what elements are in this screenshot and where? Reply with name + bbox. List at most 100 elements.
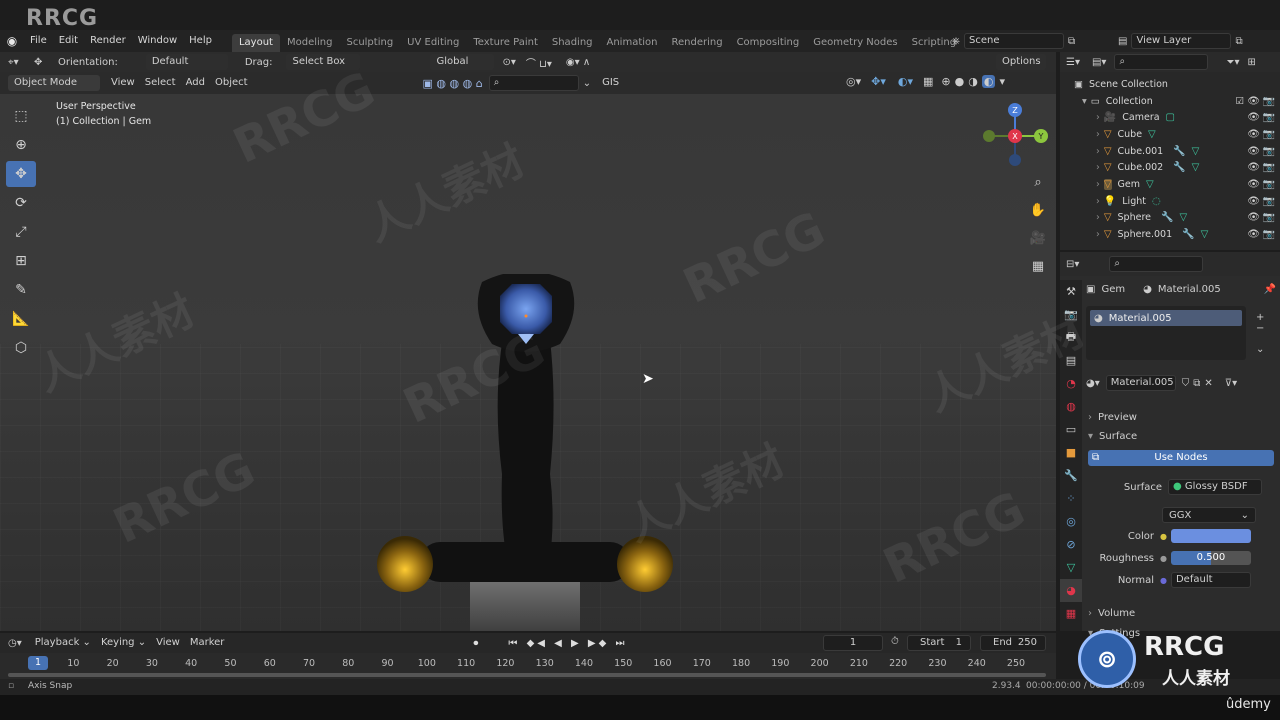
outliner-item-gem[interactable]: › ▽ Gem ▽ 👁 📷 — [1060, 176, 1280, 193]
select-mode-icons[interactable]: ▣ ◍ ◍ ◍ ⌂ — [423, 77, 483, 90]
pin-icon[interactable]: 📌 — [1264, 284, 1276, 295]
eye-icon[interactable]: 👁 — [1247, 96, 1260, 107]
render-camera-icon[interactable]: 📷 — [1263, 179, 1275, 190]
menu-add[interactable]: Add — [181, 75, 210, 91]
world-tab-icon[interactable]: ◍ — [1060, 395, 1082, 418]
shading-rendered-icon[interactable]: ◐ — [981, 75, 996, 88]
distribution-dropdown[interactable]: GGX ⌄ — [1162, 507, 1256, 523]
marker-menu[interactable]: Marker — [185, 635, 230, 651]
color-swatch[interactable] — [1170, 529, 1251, 543]
blender-logo-icon[interactable]: ◉ — [0, 34, 24, 48]
playback-controls-icons[interactable]: ⏮ ◆◀ ◀ ▶ ▶◆ ⏭ — [508, 638, 627, 649]
options-dropdown[interactable]: Options — [996, 54, 1046, 70]
current-frame-indicator[interactable]: 1 — [28, 656, 48, 670]
slot-specials-button[interactable]: ⌄ — [1256, 344, 1264, 355]
playback-menu[interactable]: Playback ⌄ — [30, 635, 96, 651]
preview-panel-header[interactable]: › Preview — [1088, 408, 1274, 426]
preview-range-icon[interactable]: ⏱ — [891, 636, 899, 647]
add-cube-tool-icon[interactable]: ⬡ — [6, 335, 36, 361]
scene-tab-icon[interactable]: ◔ — [1060, 372, 1082, 395]
render-tab-icon[interactable]: 📷 — [1060, 303, 1082, 326]
copy-scene-icon[interactable]: ⧉ — [1068, 36, 1075, 47]
eye-icon[interactable]: 👁 — [1247, 229, 1260, 240]
pan-hand-icon[interactable]: ✋ — [1026, 198, 1050, 222]
view-layer-icon[interactable]: ▤ — [1118, 36, 1127, 47]
outliner-editor-icon[interactable]: ☰▾ — [1066, 57, 1080, 68]
menu-file[interactable]: File — [24, 30, 53, 52]
timeline-scrubber[interactable]: 1 10 20 30 40 50 60 70 80 90 100 110 120 130 140 150 16… — [0, 653, 1056, 679]
menu-select[interactable]: Select — [140, 75, 181, 91]
scene-icon[interactable]: ⎈ — [952, 36, 960, 47]
eye-icon[interactable]: 👁 — [1247, 212, 1260, 223]
render-camera-icon[interactable]: 📷 — [1263, 112, 1275, 123]
outliner-item-camera[interactable]: › 🎥 Camera ▢ 👁 📷 — [1060, 109, 1280, 126]
tab-uv-editing[interactable]: UV Editing — [400, 34, 466, 52]
outliner-search-input[interactable]: ⌕ — [1114, 54, 1209, 70]
3d-viewport[interactable]: User Perspective (1) Collection | Gem ⬚ … — [0, 94, 1056, 631]
surface-panel-header[interactable]: ▾ Surface — [1088, 426, 1274, 446]
duplicate-material-icon[interactable]: ⧉ — [1193, 378, 1200, 389]
render-camera-icon[interactable]: 📷 — [1263, 129, 1275, 140]
snap-icon[interactable]: ⌒ ⊔▾ — [526, 55, 552, 70]
outliner-item-cube-001[interactable]: › ▽ Cube.001 🔧 ▽ 👁 📷 — [1060, 143, 1280, 160]
eye-icon[interactable]: 👁 — [1247, 112, 1260, 123]
timeline-scrollbar[interactable] — [8, 673, 1046, 677]
camera-view-icon[interactable]: 🎥 — [1026, 226, 1050, 250]
surface-shader-field[interactable]: ● Glossy BSDF — [1168, 479, 1262, 495]
eye-icon[interactable]: 👁 — [1247, 162, 1260, 173]
xray-icon[interactable]: ▦ — [923, 75, 933, 88]
scene-name-field[interactable]: Scene — [964, 33, 1064, 49]
render-camera-icon[interactable]: 📷 — [1263, 146, 1275, 157]
menu-window[interactable]: Window — [132, 30, 183, 52]
collection-tab-icon[interactable]: ▭ — [1060, 418, 1082, 441]
fake-user-icon[interactable]: ⛉ — [1182, 378, 1190, 389]
viewport-search-input[interactable]: ⌕ — [488, 75, 579, 91]
current-frame-field[interactable]: 1 — [823, 635, 883, 651]
outliner-item-cube[interactable]: › ▽ Cube ▽ 👁 📷 — [1060, 126, 1280, 143]
shading-solid-icon[interactable]: ● — [955, 75, 965, 88]
transform-tool-icon[interactable]: ✥ — [34, 57, 56, 68]
menu-view[interactable]: View — [106, 75, 140, 91]
menu-edit[interactable]: Edit — [53, 30, 84, 52]
tab-modeling[interactable]: Modeling — [280, 34, 340, 52]
record-keyframe-icon[interactable]: ⏺ — [473, 638, 478, 649]
shading-material-icon[interactable]: ◑ — [968, 75, 978, 88]
properties-editor-icon[interactable]: ⊟▾ — [1066, 259, 1079, 270]
unlink-material-icon[interactable]: ✕ — [1204, 378, 1212, 389]
select-box-tool-icon[interactable]: ⬚ — [6, 103, 36, 129]
material-datablock-field[interactable]: Material.005 — [1105, 375, 1176, 391]
remove-slot-button[interactable]: − — [1256, 323, 1264, 334]
link-dropdown-icon[interactable]: ⊽▾ — [1225, 378, 1237, 389]
properties-search-input[interactable]: ⌕ — [1109, 256, 1204, 272]
roughness-slider[interactable]: 0.500 — [1170, 551, 1251, 565]
physics-tab-icon[interactable]: ◎ — [1060, 510, 1082, 533]
cursor-tool-icon[interactable]: ⊕ — [6, 132, 36, 158]
eye-icon[interactable]: 👁 — [1247, 179, 1260, 190]
shading-options-icon[interactable]: ▾ — [999, 75, 1005, 88]
start-frame-field[interactable]: Start 1 — [907, 635, 971, 651]
normal-field[interactable]: Default — [1170, 572, 1251, 588]
render-camera-icon[interactable]: 📷 — [1263, 212, 1275, 223]
view-layer-field[interactable]: View Layer — [1131, 33, 1232, 49]
material-tab-icon[interactable]: ◕ — [1060, 579, 1082, 602]
rotate-tool-icon[interactable]: ⟳ — [6, 190, 36, 216]
tab-layout[interactable]: Layout — [231, 34, 280, 52]
copy-view-layer-icon[interactable]: ⧉ — [1235, 36, 1242, 47]
tab-texture-paint[interactable]: Texture Paint — [466, 34, 545, 52]
collection-checkbox[interactable]: ☑ — [1235, 96, 1244, 107]
use-nodes-button[interactable]: ⧉ Use Nodes — [1088, 450, 1274, 466]
outliner-item-light[interactable]: › 💡 Light ◌ 👁 📷 — [1060, 193, 1280, 210]
outliner-item-cube-002[interactable]: › ▽ Cube.002 🔧 ▽ 👁 📷 — [1060, 159, 1280, 176]
measure-tool-icon[interactable]: 📐 — [6, 306, 36, 332]
filter-dropdown-icon[interactable]: ⌄ — [583, 78, 591, 89]
modifier-tab-icon[interactable]: 🔧 — [1060, 464, 1082, 487]
transform-tool-icon[interactable]: ⊞ — [6, 248, 36, 274]
keying-menu[interactable]: Keying ⌄ — [96, 635, 151, 651]
mode-dropdown[interactable]: Object Mode — [8, 75, 100, 91]
outliner-filter-icon[interactable]: ⏷▾ — [1226, 57, 1239, 68]
browse-material-icon[interactable]: ◕▾ — [1086, 378, 1100, 389]
sword-hilt-render[interactable] — [360, 274, 690, 631]
tab-animation[interactable]: Animation — [600, 34, 665, 52]
end-frame-field[interactable]: End 250 — [980, 635, 1046, 651]
zoom-icon[interactable]: ⌕ — [1026, 170, 1050, 194]
